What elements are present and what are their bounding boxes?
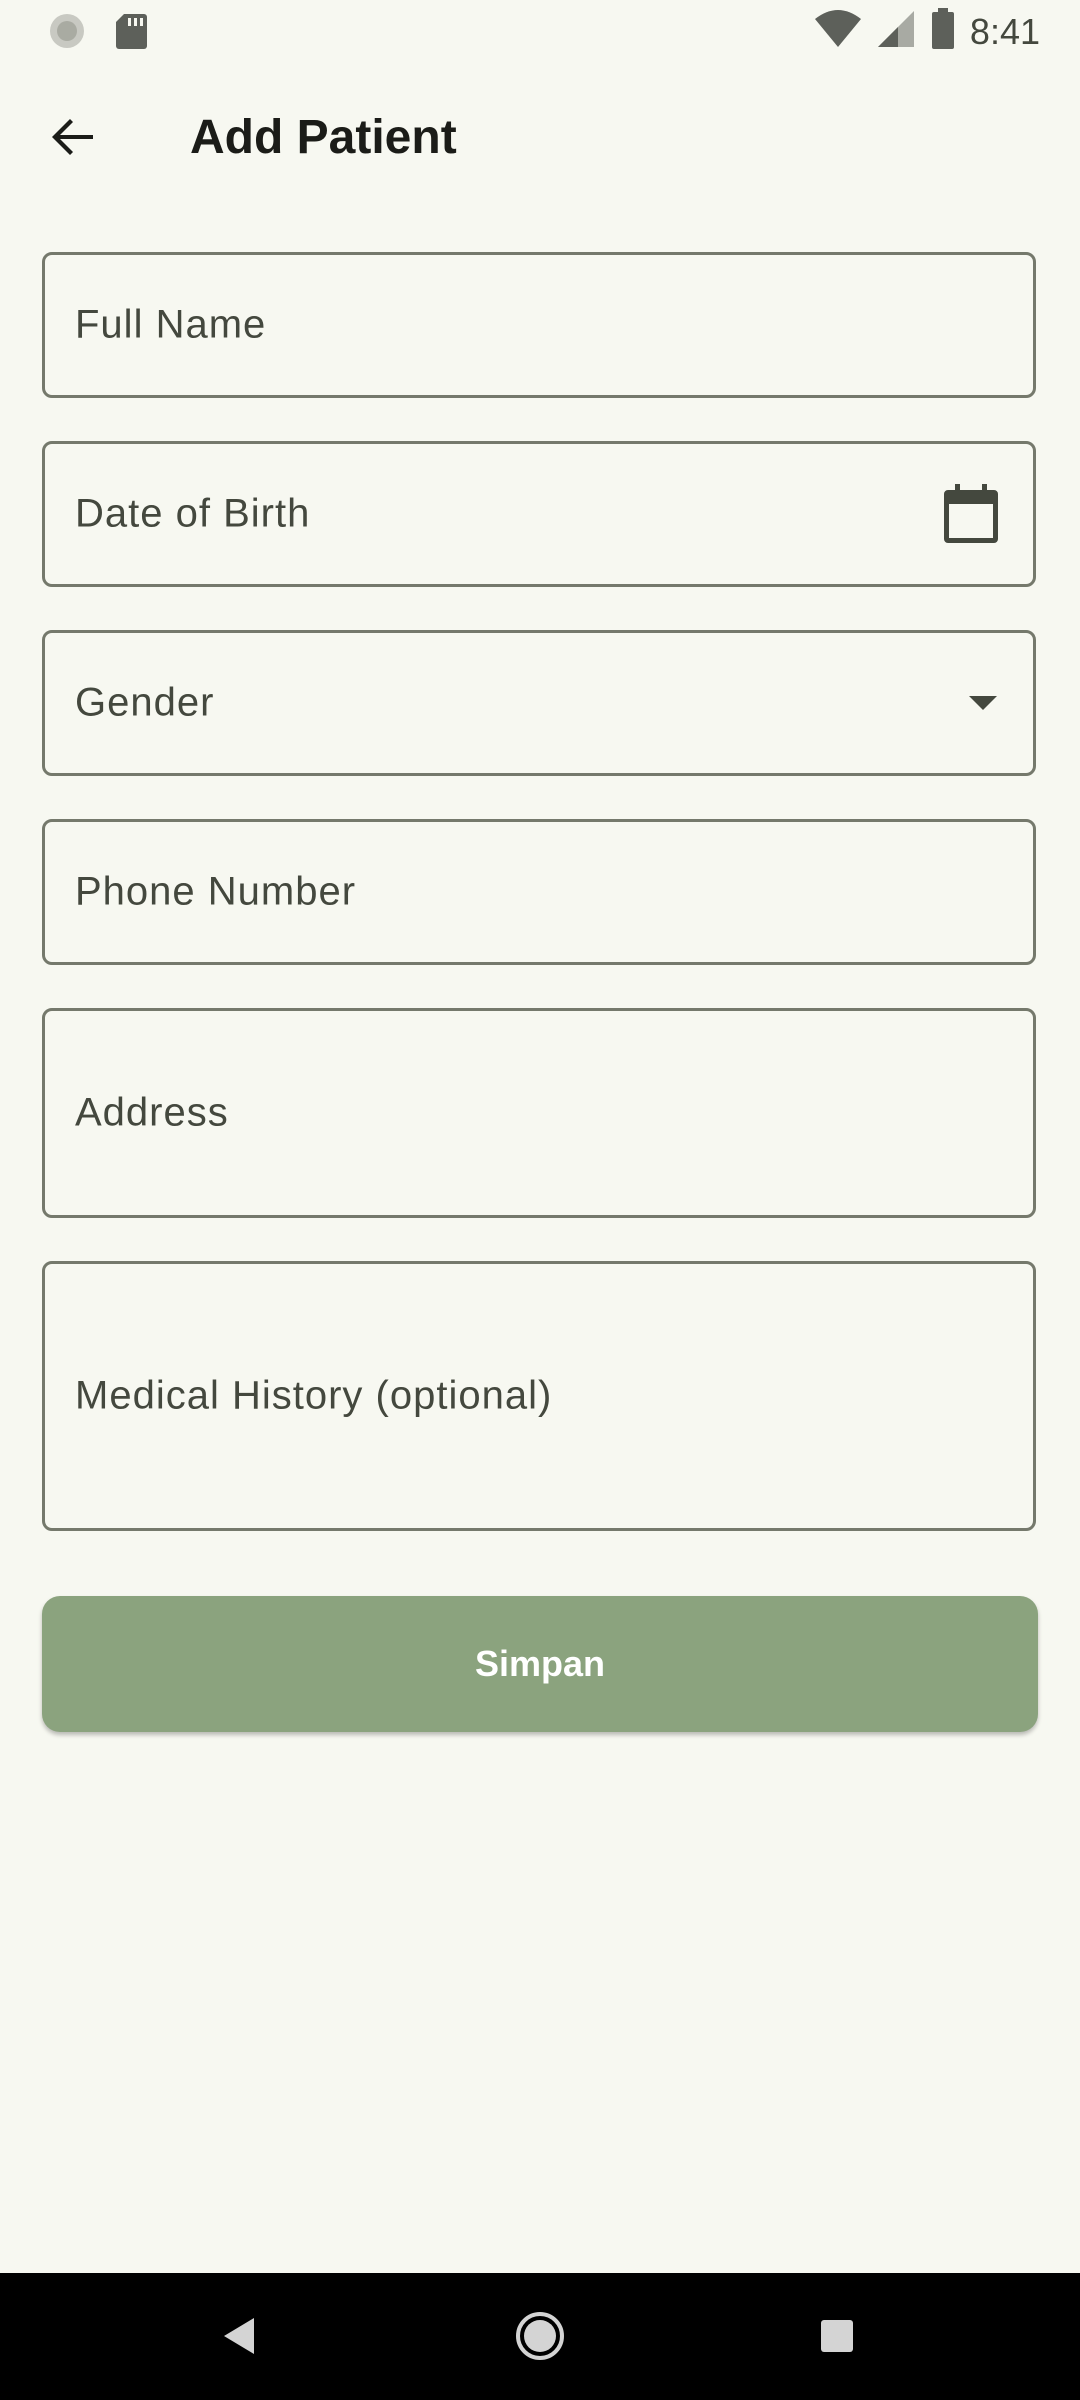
battery-icon bbox=[930, 8, 956, 55]
gender-dropdown[interactable]: Gender bbox=[42, 630, 1036, 776]
medical-history-field[interactable]: Medical History (optional) bbox=[42, 1261, 1036, 1531]
address-field[interactable]: Address bbox=[42, 1008, 1036, 1218]
date-of-birth-label: Date of Birth bbox=[75, 491, 311, 536]
status-time: 8:41 bbox=[969, 10, 1040, 52]
recents-square-icon bbox=[819, 2318, 855, 2359]
date-of-birth-field[interactable]: Date of Birth bbox=[42, 441, 1036, 587]
status-right-icons: 8:41 bbox=[814, 8, 1040, 55]
calendar-icon[interactable] bbox=[943, 484, 999, 544]
dropdown-arrow-icon bbox=[967, 694, 999, 712]
wifi-icon bbox=[814, 9, 862, 54]
loading-circle-icon bbox=[48, 12, 86, 55]
address-label: Address bbox=[75, 1090, 229, 1135]
full-name-field[interactable]: Full Name bbox=[42, 252, 1036, 398]
full-name-label: Full Name bbox=[75, 302, 267, 347]
gender-label: Gender bbox=[75, 680, 215, 725]
phone-number-field[interactable]: Phone Number bbox=[42, 819, 1036, 965]
phone-number-label: Phone Number bbox=[75, 869, 357, 914]
medical-history-label: Medical History (optional) bbox=[75, 1373, 553, 1418]
arrow-back-icon bbox=[49, 113, 97, 166]
nav-recents-button[interactable] bbox=[802, 2303, 872, 2373]
signal-icon bbox=[876, 9, 916, 54]
sd-card-icon bbox=[114, 12, 148, 55]
back-button[interactable] bbox=[40, 106, 106, 172]
page-title: Add Patient bbox=[190, 111, 457, 164]
nav-home-button[interactable] bbox=[505, 2303, 575, 2373]
status-bar: 8:41 bbox=[0, 0, 1080, 62]
save-button[interactable]: Simpan bbox=[42, 1596, 1038, 1732]
status-left-icons bbox=[48, 12, 148, 55]
home-circle-icon bbox=[515, 2311, 565, 2366]
nav-back-button[interactable] bbox=[205, 2303, 275, 2373]
app-bar: Add Patient bbox=[0, 62, 1080, 212]
system-nav-bar bbox=[0, 2273, 1080, 2400]
back-triangle-icon bbox=[222, 2316, 258, 2361]
